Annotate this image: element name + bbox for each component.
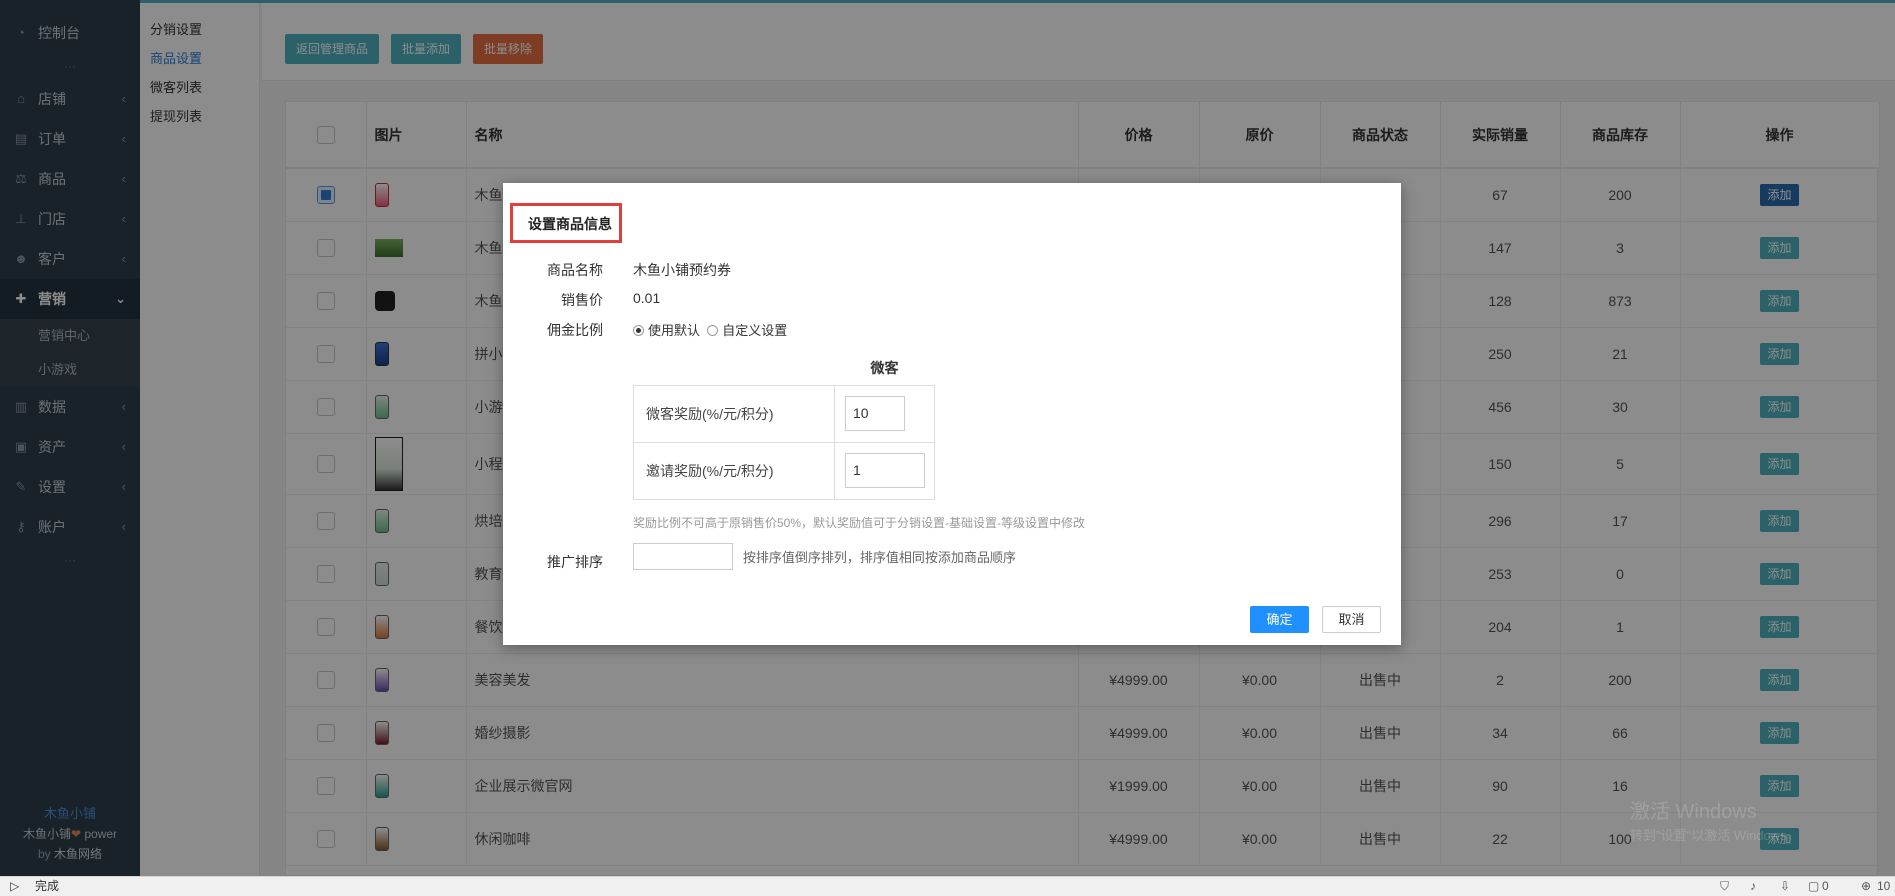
invite-reward-input[interactable]: 1 xyxy=(845,453,925,488)
promo-sort-hint: 按排序值倒序排列，排序值相同按添加商品顺序 xyxy=(742,550,1016,565)
invite-reward-cell: 1 xyxy=(834,441,935,500)
shield-icon[interactable]: ⛉ xyxy=(1720,877,1729,896)
reward-table: 微客 微客奖励(%/元/积分) 10 邀请奖励(%/元/积分) 1 xyxy=(633,351,935,500)
zoom-icon[interactable]: ⊕ xyxy=(1861,877,1871,896)
commission-ratio-label: 佣金比例 xyxy=(547,322,603,338)
promo-sort-controls: 按排序值倒序排列，排序值相同按添加商品顺序 xyxy=(633,543,1016,570)
watermark-line2: 转到"设置"以激活 Windows。 xyxy=(1630,828,1800,843)
download-icon[interactable]: ⇩ xyxy=(1780,877,1790,896)
weike-reward-input[interactable]: 10 xyxy=(845,396,905,431)
goods-name-label: 商品名称 xyxy=(547,262,603,278)
weike-reward-cell: 10 xyxy=(834,384,935,443)
sale-price-value: 0.01 xyxy=(633,290,661,306)
reward-table-header: 微客 xyxy=(870,359,899,376)
promo-sort-input[interactable] xyxy=(633,543,733,570)
custom-setting-label[interactable]: 自定义设置 xyxy=(722,323,787,338)
watermark-line1: 激活 Windows xyxy=(1630,801,1757,823)
play-icon[interactable]: ▷ xyxy=(10,877,19,896)
promo-sort-label: 推广排序 xyxy=(547,554,603,570)
confirm-button[interactable]: 确定 xyxy=(1250,606,1309,633)
commission-ratio-options: 使用默认 自定义设置 xyxy=(633,320,787,339)
weike-reward-row: 微客奖励(%/元/积分) 10 xyxy=(633,384,935,443)
dialog-title: 设置商品信息 xyxy=(510,203,622,243)
zoom-level[interactable]: 10 xyxy=(1877,877,1890,896)
set-goods-info-dialog: 设置商品信息 商品名称 木鱼小铺预约券 销售价 0.01 佣金比例 使用默认 自… xyxy=(503,183,1401,645)
windows-activation-watermark: 激活 Windows 转到"设置"以激活 Windows。 xyxy=(1630,800,1800,848)
speaker-icon[interactable]: ♪ xyxy=(1750,877,1756,896)
goods-name-value: 木鱼小铺预约券 xyxy=(633,262,731,278)
custom-setting-radio[interactable] xyxy=(707,325,719,336)
use-default-label[interactable]: 使用默认 xyxy=(648,323,700,338)
browser-status-bar: ▷ 完成 ⛉ ♪ ⇩ ▢ 0 ⊕ 10 xyxy=(0,876,1895,896)
weike-reward-label: 微客奖励(%/元/积分) xyxy=(633,384,835,443)
invite-reward-row: 邀请奖励(%/元/积分) 1 xyxy=(633,441,935,500)
reward-hint: 奖励比例不可高于原销售价50%，默认奖励值可于分销设置-基础设置-等级设置中修改 xyxy=(633,516,1086,530)
sale-price-label: 销售价 xyxy=(561,292,603,308)
invite-reward-label: 邀请奖励(%/元/积分) xyxy=(633,441,835,500)
cancel-button[interactable]: 取消 xyxy=(1322,606,1381,633)
use-default-radio[interactable] xyxy=(633,325,644,336)
statusbar-counter: 0 xyxy=(1822,879,1829,893)
status-text: 完成 xyxy=(35,879,60,893)
bookmark-icon[interactable]: ▢ xyxy=(1808,877,1819,896)
